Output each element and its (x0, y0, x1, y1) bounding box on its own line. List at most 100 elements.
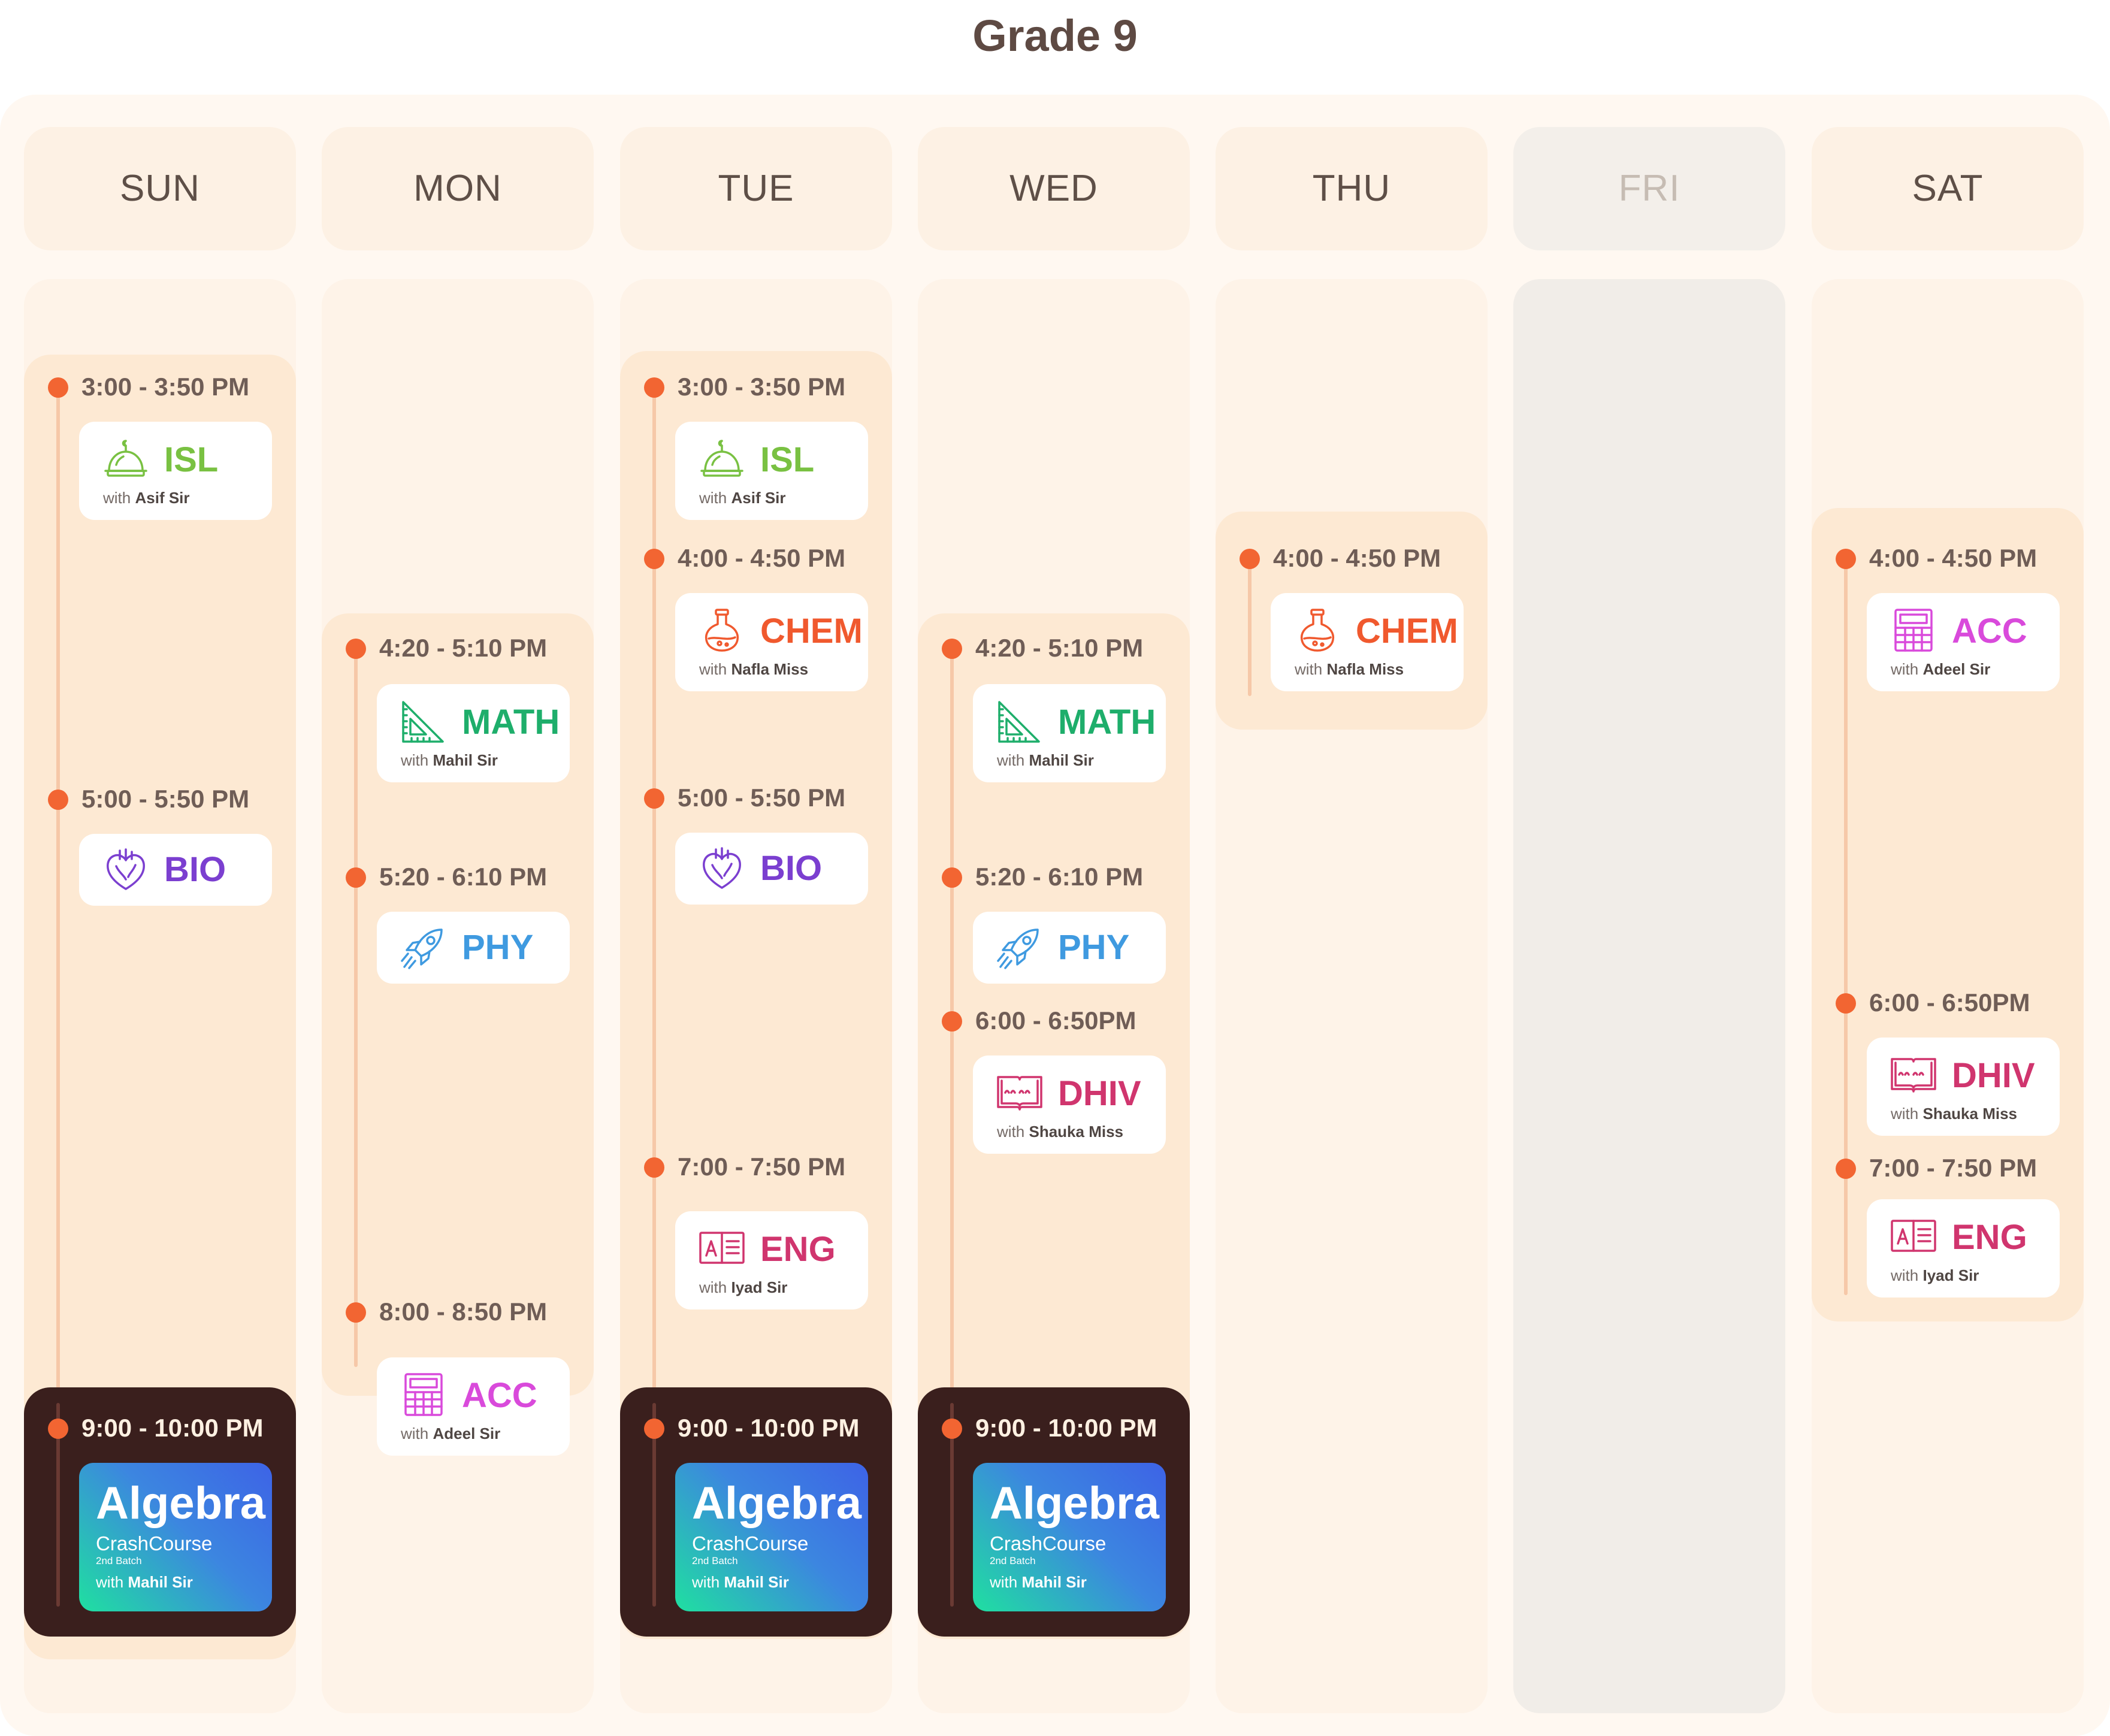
timeline-dot (346, 867, 366, 888)
class-card-eng[interactable]: ENG with Iyad Sir (675, 1211, 868, 1309)
class-card-acc[interactable]: ACC with Adeel Sir (377, 1357, 570, 1456)
teacher-label: with Shauka Miss (1891, 1105, 2017, 1123)
algebra-crashcourse-card[interactable]: Algebra CrashCourse 2nd Batch with Mahil… (973, 1463, 1166, 1611)
day-header-wed: WED (918, 127, 1190, 250)
set-square-icon (400, 697, 448, 745)
slot-time: 4:00 - 4:50 PM (1273, 544, 1441, 572)
slot-time: 9:00 - 10:00 PM (81, 1414, 264, 1442)
class-card-bio[interactable]: BIO (79, 834, 272, 906)
slot-time: 7:00 - 7:50 PM (1869, 1154, 2038, 1182)
day-header-sat: SAT (1812, 127, 2084, 250)
timeline-dot (48, 1419, 68, 1439)
teacher-label: with Mahil Sir (401, 751, 498, 769)
course-title: Algebra (990, 1478, 1159, 1529)
subject-name: DHIV (1952, 1056, 2035, 1095)
slot-time: 4:20 - 5:10 PM (379, 634, 548, 662)
slot-time: 6:00 - 6:50PM (1869, 988, 2030, 1017)
teacher-label: with Mahil Sir (96, 1573, 193, 1591)
timeline-dot (48, 377, 68, 398)
teacher-label: with Nafla Miss (699, 660, 809, 678)
class-card-dhiv[interactable]: DHIV with Shauka Miss (973, 1055, 1166, 1154)
day-header-fri: FRI (1513, 127, 1785, 250)
slot-time: 3:00 - 3:50 PM (81, 373, 250, 401)
timeline-dot (942, 1011, 962, 1032)
class-card-isl[interactable]: ISL with Asif Sir (675, 422, 868, 520)
timeline-line (1844, 558, 1848, 1295)
class-card-math[interactable]: MATH with Mahil Sir (973, 684, 1166, 782)
teacher-label: with Asif Sir (699, 489, 786, 507)
day-header-sun: SUN (24, 127, 296, 250)
class-card-isl[interactable]: ISL with Asif Sir (79, 422, 272, 520)
slot-time: 6:00 - 6:50PM (975, 1006, 1136, 1035)
timeline-dot (346, 639, 366, 659)
class-card-chem[interactable]: CHEM with Nafla Miss (1271, 593, 1464, 691)
class-card-chem[interactable]: CHEM with Nafla Miss (675, 593, 868, 691)
subject-name: CHEM (1356, 612, 1458, 651)
slot-time: 9:00 - 10:00 PM (678, 1414, 860, 1442)
teacher-label: with Nafla Miss (1295, 660, 1404, 678)
class-card-bio[interactable]: BIO (675, 833, 868, 905)
set-square-icon (996, 697, 1044, 745)
day-body-thu (1216, 279, 1488, 1713)
subject-name: ISL (164, 440, 219, 479)
calculator-icon (400, 1371, 448, 1419)
teacher-label: with Shauka Miss (997, 1123, 1123, 1141)
class-card-math[interactable]: MATH with Mahil Sir (377, 684, 570, 782)
class-card-eng[interactable]: ENG with Iyad Sir (1867, 1199, 2060, 1298)
teacher-label: with Iyad Sir (1891, 1266, 1979, 1284)
slot-time: 4:00 - 4:50 PM (1869, 544, 2038, 572)
timeline-line (652, 388, 656, 1403)
heart-icon (698, 845, 746, 893)
timeline-dot (1836, 549, 1856, 569)
subject-name: BIO (760, 849, 823, 888)
flask-icon (698, 606, 746, 654)
timeline-dot (1240, 549, 1260, 569)
day-body-fri (1513, 279, 1785, 1713)
teacher-label: with Mahil Sir (692, 1573, 789, 1591)
course-subtitle: CrashCourse (96, 1532, 213, 1554)
subject-name: DHIV (1058, 1074, 1141, 1113)
subject-name: MATH (1058, 703, 1156, 742)
mosque-dome-icon (698, 435, 746, 483)
mosque-dome-icon (102, 435, 150, 483)
open-book-icon (996, 1069, 1044, 1117)
alphabet-book-icon (698, 1224, 746, 1272)
subject-name: ACC (1952, 612, 2027, 651)
slot-time: 5:00 - 5:50 PM (678, 784, 846, 812)
timeline-line (354, 648, 358, 1367)
timeline-line (56, 388, 60, 1403)
timeline-dot (644, 377, 664, 398)
slot-time: 5:00 - 5:50 PM (81, 785, 250, 813)
algebra-crashcourse-card[interactable]: Algebra CrashCourse 2nd Batch with Mahil… (79, 1463, 272, 1611)
slot-time: 4:00 - 4:50 PM (678, 544, 846, 572)
subject-name: PHY (462, 928, 534, 967)
day-header-mon: MON (322, 127, 594, 250)
course-subtitle: CrashCourse (990, 1532, 1107, 1554)
course-title: Algebra (692, 1478, 861, 1529)
class-card-phy[interactable]: PHY (377, 912, 570, 984)
subject-name: CHEM (760, 612, 863, 651)
day-header-thu: THU (1216, 127, 1488, 250)
algebra-crashcourse-card[interactable]: Algebra CrashCourse 2nd Batch with Mahil… (675, 1463, 868, 1611)
class-card-acc[interactable]: ACC with Adeel Sir (1867, 593, 2060, 691)
subject-name: BIO (164, 850, 226, 889)
slot-time: 9:00 - 10:00 PM (975, 1414, 1157, 1442)
subject-name: ENG (760, 1230, 836, 1269)
slot-time: 8:00 - 8:50 PM (379, 1298, 548, 1326)
alphabet-book-icon (1890, 1212, 1937, 1260)
class-card-dhiv[interactable]: DHIV with Shauka Miss (1867, 1038, 2060, 1136)
teacher-label: with Mahil Sir (997, 751, 1094, 769)
rocket-icon (996, 924, 1044, 972)
day-header-tue: TUE (620, 127, 892, 250)
course-batch: 2nd Batch (96, 1555, 142, 1566)
timeline-dot (644, 549, 664, 569)
subject-name: MATH (462, 703, 560, 742)
teacher-label: with Adeel Sir (1891, 660, 1991, 678)
flask-icon (1293, 606, 1341, 654)
course-title: Algebra (96, 1478, 265, 1529)
timeline-dot (644, 1419, 664, 1439)
teacher-label: with Adeel Sir (401, 1425, 501, 1442)
class-card-phy[interactable]: PHY (973, 912, 1166, 984)
subject-name: ISL (760, 440, 815, 479)
heart-icon (102, 846, 150, 894)
